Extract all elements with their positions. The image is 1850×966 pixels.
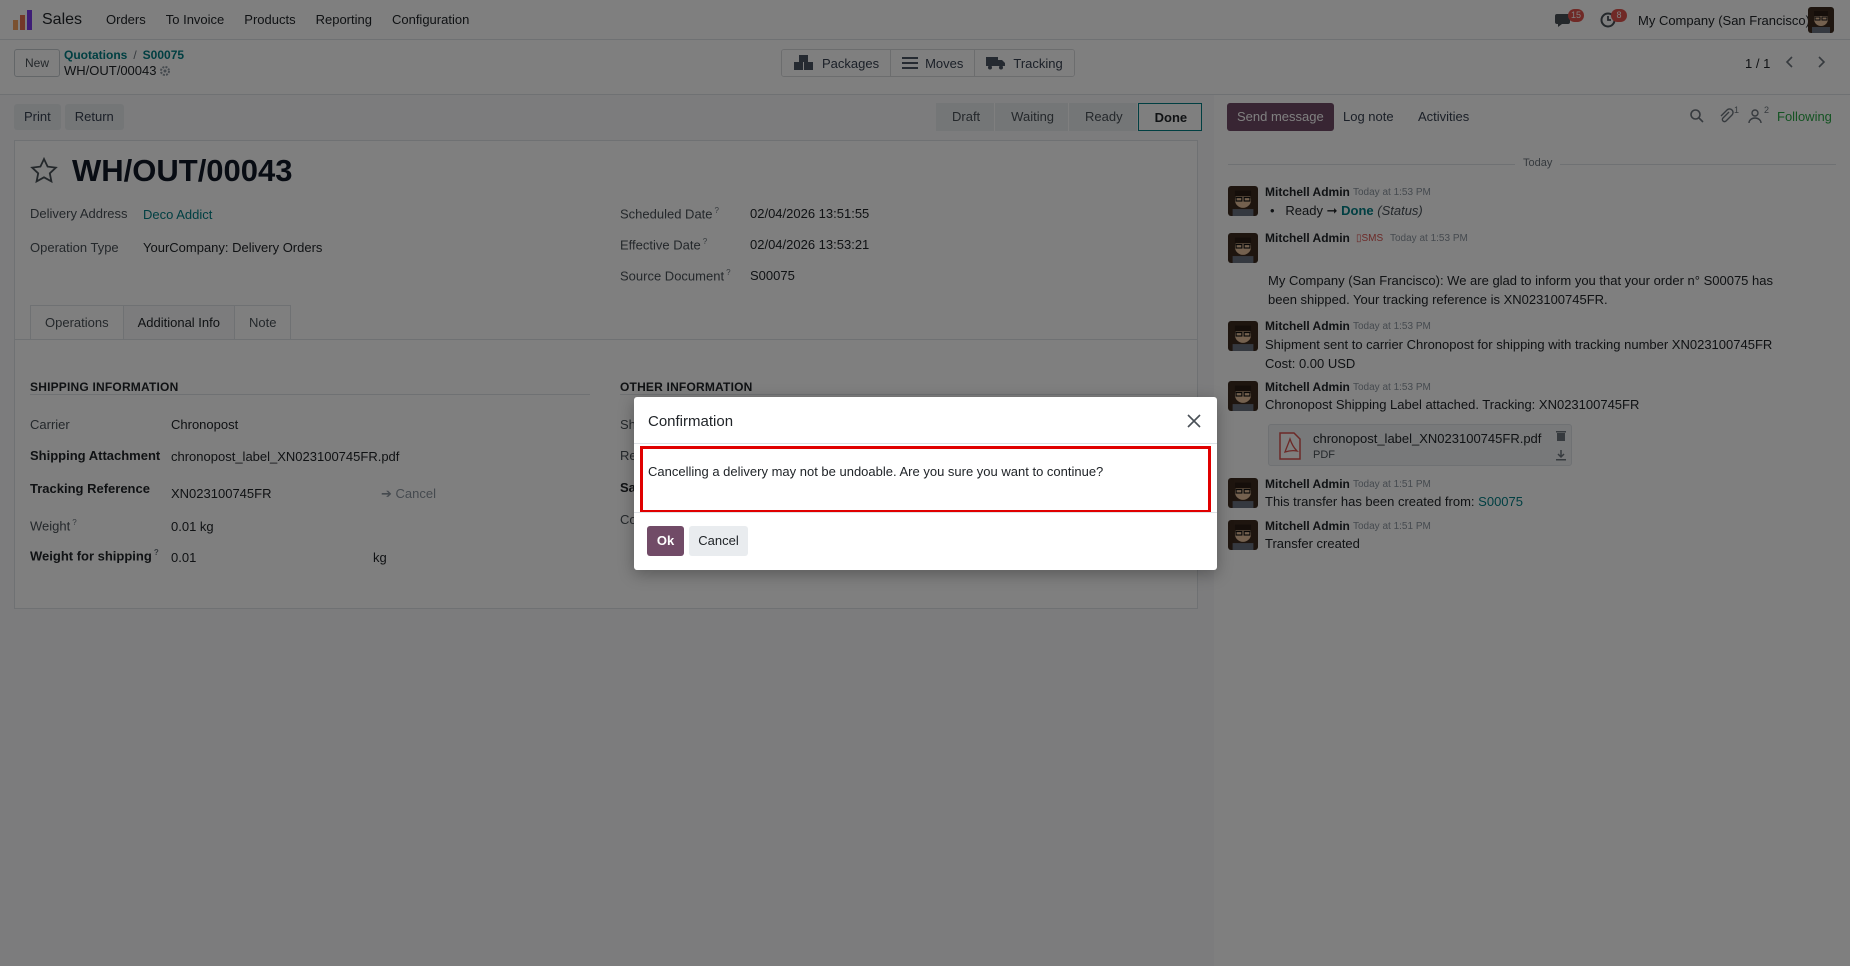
close-icon[interactable] [1186, 413, 1202, 429]
cancel-button[interactable]: Cancel [689, 526, 748, 556]
dialog-title: Confirmation [648, 413, 734, 430]
confirmation-dialog: Confirmation Cancelling a delivery may n… [634, 397, 1217, 570]
dialog-message: Cancelling a delivery may not be undoabl… [648, 464, 1104, 479]
dialog-body-highlight [640, 446, 1211, 513]
dialog-footer-divider [634, 512, 1217, 513]
ok-button[interactable]: Ok [647, 526, 684, 556]
dialog-header-divider [634, 443, 1217, 444]
